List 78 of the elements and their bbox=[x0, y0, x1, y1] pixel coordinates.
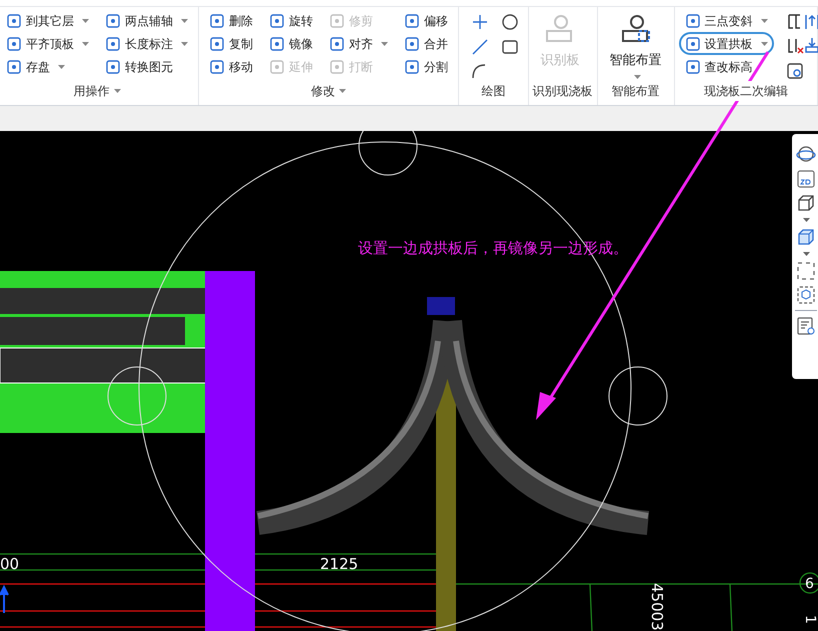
ribbon-tool-button[interactable]: 镜像 bbox=[263, 32, 319, 55]
ribbon-group-label[interactable]: 现浇板二次编辑 bbox=[704, 81, 788, 101]
tool-icon bbox=[404, 58, 420, 74]
dropdown-caret-icon bbox=[760, 18, 768, 22]
line-draw-icon[interactable] bbox=[471, 38, 489, 56]
ribbon-tool-button[interactable]: 两点辅轴 bbox=[99, 9, 194, 32]
tool-icon bbox=[269, 58, 285, 74]
tool-icon bbox=[684, 36, 701, 52]
dropdown-caret-icon bbox=[381, 42, 388, 46]
cube-icon[interactable] bbox=[797, 228, 815, 246]
ribbon-large-button[interactable]: 智能布置 bbox=[602, 9, 670, 81]
tool-icon bbox=[329, 36, 345, 52]
tool-icon bbox=[684, 12, 701, 28]
ribbon-tool-button[interactable]: 复制 bbox=[203, 32, 259, 55]
tool-icon bbox=[404, 36, 420, 52]
grid-bubble-circle bbox=[108, 366, 166, 426]
dropdown-caret-icon bbox=[58, 64, 65, 68]
tool-icon bbox=[404, 12, 420, 28]
cube-icon[interactable] bbox=[797, 194, 815, 212]
tool-icon bbox=[209, 58, 225, 74]
tool-icon bbox=[684, 58, 701, 74]
ribbon-tool-button[interactable]: 移动 bbox=[203, 55, 259, 78]
tool-icon bbox=[329, 58, 345, 74]
ribbon-tool-button[interactable]: 存盘 bbox=[0, 55, 95, 78]
axis-bubble bbox=[799, 572, 818, 594]
slab-delete-icon[interactable] bbox=[786, 37, 804, 56]
ribbon-tool-button[interactable]: 设置拱板 bbox=[678, 32, 774, 55]
tool-icon bbox=[6, 12, 22, 28]
dropdown-caret-icon bbox=[634, 74, 642, 78]
ribbon-tool-button[interactable]: 合并 bbox=[398, 32, 454, 55]
ribbon-tool-button[interactable]: 平齐顶板 bbox=[0, 32, 95, 55]
dropdown-caret-icon bbox=[114, 89, 120, 93]
dropdown-caret-icon[interactable] bbox=[802, 218, 810, 222]
tool-icon bbox=[269, 12, 285, 28]
slab-search-icon[interactable] bbox=[786, 62, 804, 80]
ribbon-tool-button[interactable]: 查改标高 bbox=[678, 55, 774, 78]
box-select-icon[interactable] bbox=[797, 286, 815, 304]
document-view-icon[interactable] bbox=[797, 317, 815, 335]
tool-icon bbox=[6, 58, 22, 74]
grid-bubble-circle bbox=[608, 366, 668, 426]
axis-label: 1 bbox=[800, 615, 818, 624]
ribbon-tool-button[interactable]: 长度标注 bbox=[99, 32, 194, 55]
axis-arrow bbox=[0, 584, 9, 614]
orbit-icon[interactable] bbox=[796, 144, 816, 164]
rect-draw-icon[interactable] bbox=[501, 38, 520, 56]
dropdown-caret-icon bbox=[82, 42, 89, 46]
ribbon-tool-button[interactable]: 到其它层 bbox=[0, 9, 95, 32]
plan-view-icon[interactable] bbox=[797, 170, 815, 188]
dimension-label: 2125 bbox=[320, 554, 358, 575]
ribbon-tool-button[interactable]: 删除 bbox=[203, 9, 259, 32]
frame-select-icon[interactable] bbox=[797, 262, 815, 280]
ribbon-tool-button[interactable]: 对齐 bbox=[323, 32, 394, 55]
ribbon-tool-button[interactable]: 三点变斜 bbox=[678, 9, 774, 32]
tool-icon bbox=[105, 12, 121, 28]
dropdown-caret-icon[interactable] bbox=[802, 252, 810, 256]
slab-drop-icon[interactable] bbox=[803, 37, 818, 56]
ribbon-tool-button[interactable]: 偏移 bbox=[398, 9, 454, 32]
dropdown-caret-icon bbox=[181, 42, 188, 46]
tool-icon bbox=[105, 58, 121, 74]
tool-icon bbox=[269, 36, 285, 52]
dropdown-caret-icon bbox=[760, 42, 768, 46]
slab-lift-icon[interactable] bbox=[803, 13, 818, 31]
axis-label: 6 bbox=[805, 575, 814, 594]
ribbon-tool-button[interactable]: 旋转 bbox=[263, 9, 319, 32]
ribbon-tool-button[interactable]: 分割 bbox=[398, 55, 454, 78]
dimension-label: 00 bbox=[0, 554, 20, 575]
tool-icon bbox=[209, 36, 225, 52]
tool-icon bbox=[6, 36, 22, 52]
tool-icon bbox=[209, 12, 225, 28]
tool-icon bbox=[105, 36, 121, 52]
ribbon-tool-button[interactable]: 转换图元 bbox=[99, 55, 194, 78]
point-draw-icon[interactable] bbox=[471, 13, 489, 31]
circle-draw-icon[interactable] bbox=[501, 13, 520, 31]
tool-icon bbox=[329, 12, 345, 28]
dropdown-caret-icon bbox=[82, 18, 89, 22]
dropdown-caret-icon bbox=[181, 18, 188, 22]
dropdown-caret-icon bbox=[339, 89, 346, 93]
dimension-label: 45003 bbox=[647, 583, 667, 631]
